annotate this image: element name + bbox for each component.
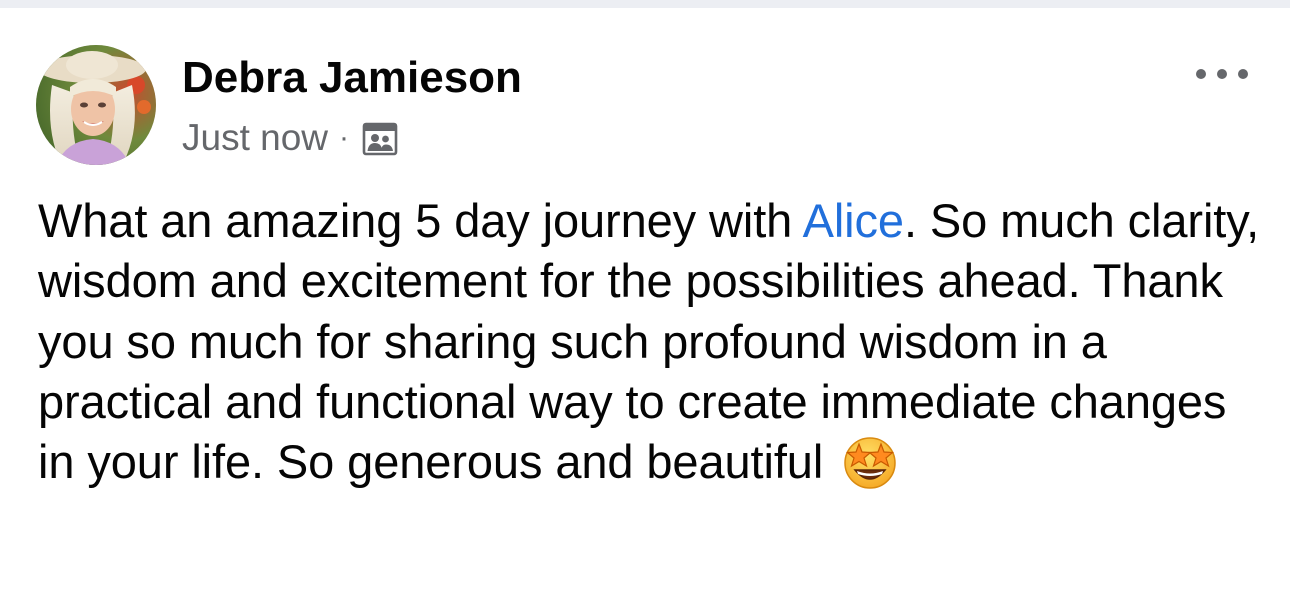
mention-link-alice[interactable]: Alice: [803, 194, 904, 247]
star-struck-emoji-icon: [840, 432, 900, 492]
friends-audience-icon[interactable]: [362, 121, 398, 157]
ellipsis-icon: [1238, 69, 1248, 79]
post-text: What an amazing 5 day journey with Alice…: [38, 191, 1266, 492]
feed-divider: [0, 0, 1290, 8]
post-meta: Just now ·: [182, 114, 398, 162]
post-text-part: What an amazing 5 day journey with: [38, 194, 803, 247]
post-card: Debra Jamieson Just now · What an amazin…: [0, 8, 1290, 596]
profile-photo-icon: [36, 45, 156, 165]
more-options-button[interactable]: [1196, 60, 1248, 88]
ellipsis-icon: [1196, 69, 1206, 79]
author-avatar[interactable]: [36, 45, 156, 165]
author-name[interactable]: Debra Jamieson: [182, 50, 522, 106]
meta-separator: ·: [339, 121, 350, 154]
post-timestamp[interactable]: Just now: [182, 114, 328, 162]
ellipsis-icon: [1217, 69, 1227, 79]
